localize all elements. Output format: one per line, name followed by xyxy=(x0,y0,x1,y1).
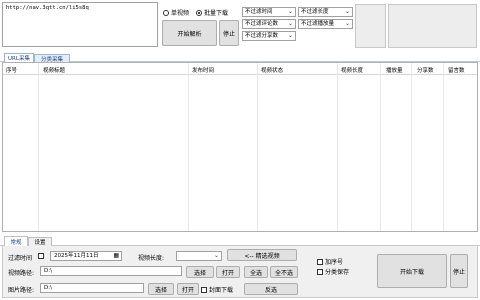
single-video-label: 单视频 xyxy=(171,10,190,17)
col-header-comments[interactable]: 留言数 xyxy=(448,66,465,74)
start-download-button[interactable]: 开始下载 xyxy=(377,254,447,288)
add-serial-checkbox[interactable]: 加序号 xyxy=(317,257,343,266)
col-header-publish-time[interactable]: 发布时间 xyxy=(192,66,214,74)
col-header-index[interactable]: 序号 xyxy=(6,66,17,74)
calendar-icon[interactable]: ▦ xyxy=(113,252,119,260)
image-path-value: D:\ xyxy=(44,285,52,291)
comments-filter-select[interactable]: 不过滤评论数 ⌄ xyxy=(242,19,296,29)
col-header-video-length[interactable]: 视频长度 xyxy=(341,66,363,74)
col-divider xyxy=(411,63,412,231)
results-table[interactable] xyxy=(2,62,478,232)
col-divider xyxy=(443,63,444,231)
tab-settings-label: 设置 xyxy=(34,240,46,246)
col-header-plays[interactable]: 播放量 xyxy=(386,66,403,74)
single-video-radio[interactable]: 单视频 xyxy=(163,8,189,17)
shares-filter-value: 不过滤分享数 xyxy=(245,33,279,39)
video-path-value: D:\ xyxy=(44,268,52,274)
filter-time-checkbox[interactable] xyxy=(38,253,44,259)
batch-download-label: 批量下载 xyxy=(204,10,229,17)
chevron-down-icon: ⌄ xyxy=(213,252,219,259)
col-divider xyxy=(337,63,338,231)
shares-filter-select[interactable]: 不过滤分享数 ⌄ xyxy=(242,31,296,41)
chevron-down-icon: ⌄ xyxy=(344,20,350,27)
tab-url-collect[interactable]: URL采集 xyxy=(4,53,34,62)
col-divider xyxy=(188,63,189,231)
url-textarea[interactable]: http://nav.3qtt.cn/li5s8q xyxy=(2,2,158,47)
chevron-down-icon: ⌄ xyxy=(287,32,293,39)
col-divider xyxy=(257,63,258,231)
checkbox-box xyxy=(201,286,207,293)
chevron-down-icon: ⌄ xyxy=(344,8,350,15)
video-path-input[interactable]: D:\ xyxy=(40,266,182,276)
category-save-checkbox[interactable]: 分类保存 xyxy=(317,267,349,276)
batch-download-radio[interactable]: 批量下载 xyxy=(196,8,228,17)
start-parse-button[interactable]: 开始解析 xyxy=(162,20,217,46)
checkbox-box xyxy=(317,258,323,265)
select-video-button[interactable]: <-- 精选视频 xyxy=(227,249,297,261)
plays-filter-value: 不过滤播放量 xyxy=(301,21,335,27)
col-divider xyxy=(380,63,381,231)
deselect-all-button[interactable]: 全不选 xyxy=(270,266,298,278)
plays-filter-select[interactable]: 不过滤播放量 ⌄ xyxy=(298,19,353,29)
image-path-label: 图片路径: xyxy=(8,287,35,294)
table-header-row xyxy=(3,63,477,75)
select-all-button[interactable]: 全选 xyxy=(244,266,268,278)
image-path-input[interactable]: D:\ xyxy=(40,283,144,293)
preview-panel-left xyxy=(355,4,386,48)
col-header-video-status[interactable]: 视频状态 xyxy=(261,66,283,74)
radio-dot xyxy=(163,9,169,16)
col-header-title[interactable]: 视频标题 xyxy=(43,66,65,74)
tab-settings[interactable]: 设置 xyxy=(28,237,52,246)
cover-download-label: 封面下载 xyxy=(209,287,234,294)
filter-time-label: 过滤时间 xyxy=(8,255,33,262)
radio-dot-selected xyxy=(196,9,202,16)
col-header-shares[interactable]: 分享数 xyxy=(417,66,434,74)
tab-general[interactable]: 常规 xyxy=(4,236,28,246)
video-path-label: 视频路径: xyxy=(8,270,35,277)
chevron-down-icon: ⌄ xyxy=(287,20,293,27)
tab-general-label: 常规 xyxy=(10,239,22,246)
stop-bottom-button[interactable]: 停止 xyxy=(450,254,468,288)
video-length-label: 视频长度: xyxy=(138,255,165,262)
preview-panel-right xyxy=(388,4,477,48)
checkbox-box xyxy=(317,268,323,275)
add-serial-label: 加序号 xyxy=(325,259,344,266)
length-filter-select[interactable]: 不过滤长度 ⌄ xyxy=(298,7,353,17)
invert-select-button[interactable]: 反选 xyxy=(244,283,298,295)
col-divider xyxy=(38,63,39,231)
video-open-button[interactable]: 打开 xyxy=(216,266,240,278)
comments-filter-value: 不过滤评论数 xyxy=(245,21,279,27)
url-text: http://nav.3qtt.cn/li5s8q xyxy=(6,5,89,11)
tab-category-collect[interactable]: 分类采集 xyxy=(34,54,70,63)
chevron-down-icon: ⌄ xyxy=(287,8,293,15)
image-open-button[interactable]: 打开 xyxy=(177,283,199,295)
date-picker[interactable]: 2025年11月11日 ▦ xyxy=(50,251,122,261)
category-save-label: 分类保存 xyxy=(325,269,350,276)
tab-url-collect-label: URL采集 xyxy=(8,56,30,62)
video-length-select[interactable]: ⌄ xyxy=(176,251,222,261)
cover-download-checkbox[interactable]: 封面下载 xyxy=(201,285,233,294)
image-choose-button[interactable]: 选择 xyxy=(148,283,174,295)
stop-top-button[interactable]: 停止 xyxy=(219,20,239,46)
time-filter-value: 不过滤时间 xyxy=(245,9,273,15)
time-filter-select[interactable]: 不过滤时间 ⌄ xyxy=(242,7,296,17)
video-choose-button[interactable]: 选择 xyxy=(186,266,214,278)
length-filter-value: 不过滤长度 xyxy=(301,9,329,15)
date-value: 2025年11月11日 xyxy=(54,253,99,259)
